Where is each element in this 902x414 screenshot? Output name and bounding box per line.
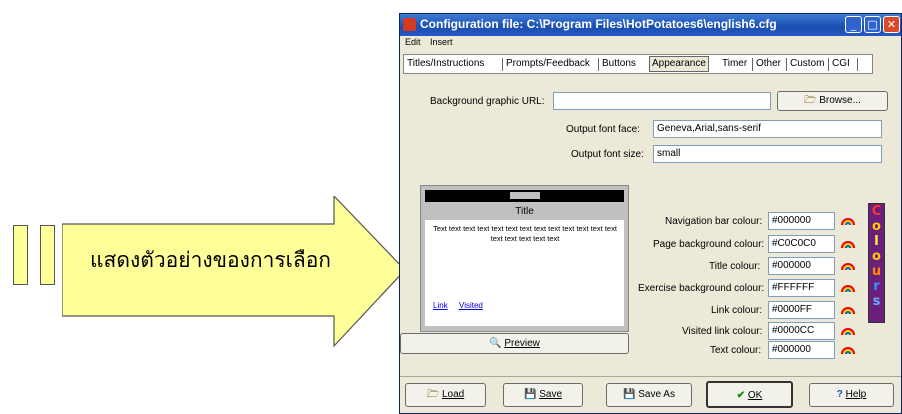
rainbow-picker-icon[interactable]	[841, 281, 855, 294]
window-title: Configuration file: C:\Program Files\Hot…	[420, 17, 777, 31]
title-bar: Configuration file: C:\Program Files\Hot…	[400, 14, 901, 36]
preview-title: Title	[425, 206, 624, 220]
colours-button[interactable]: C o l o u r s	[868, 203, 885, 323]
app-icon	[403, 18, 416, 31]
config-window: Configuration file: C:\Program Files\Hot…	[399, 13, 902, 414]
annotation-arrow	[62, 196, 406, 348]
title-colour-label: Title colour:	[709, 261, 761, 272]
background-url-label: Background graphic URL:	[430, 96, 545, 107]
help-icon: ?	[836, 389, 843, 400]
floppy-icon: 💾	[523, 389, 537, 400]
menu-edit[interactable]: Edit	[405, 37, 421, 47]
colours-letter: s	[872, 294, 881, 309]
rainbow-picker-icon[interactable]	[841, 237, 855, 250]
minimize-icon[interactable]: _	[845, 16, 862, 33]
save-as-button[interactable]: 💾 Save As	[606, 383, 692, 407]
exercise-bg-colour-input[interactable]: #FFFFFF	[768, 279, 835, 297]
tab-buttons[interactable]: Buttons	[602, 57, 636, 71]
font-size-input[interactable]: small	[653, 145, 882, 163]
browse-button[interactable]: 🗁 Browse...	[777, 91, 888, 111]
preview-button[interactable]: 🔍 Preview	[400, 333, 629, 354]
annotation-text: แสดงตัวอย่างของการเลือก	[90, 248, 332, 272]
preview-visited-link: Visited	[459, 301, 483, 310]
colours-letter: u	[871, 264, 882, 279]
tab-strip: Titles/Instructions Prompts/Feedback But…	[403, 54, 873, 74]
colours-letter: C	[871, 204, 882, 219]
tab-prompts-feedback[interactable]: Prompts/Feedback	[506, 57, 590, 71]
tab-custom[interactable]: Custom	[790, 57, 824, 71]
tab-cgi[interactable]: CGI	[832, 57, 850, 71]
preview-page: Title Text text text text text text text…	[425, 206, 624, 326]
preview-icon: 🔍	[489, 338, 502, 349]
link-colour-input[interactable]: #0000FF	[768, 301, 835, 319]
menu-insert[interactable]: Insert	[430, 37, 453, 47]
nav-bar-colour-label: Navigation bar colour:	[665, 216, 763, 227]
colours-letter: r	[873, 279, 880, 294]
visited-link-colour-input[interactable]: #0000CC	[768, 322, 835, 340]
tab-other[interactable]: Other	[756, 57, 781, 71]
folder-icon: 🗁	[804, 95, 817, 106]
footer-separator	[400, 376, 901, 377]
tab-appearance[interactable]: Appearance	[649, 56, 709, 72]
preview-link: Link	[433, 301, 448, 310]
font-face-label: Output font face:	[566, 124, 640, 135]
text-colour-label: Text colour:	[710, 345, 762, 356]
colours-letter: o	[872, 219, 881, 234]
rainbow-picker-icon[interactable]	[841, 324, 855, 337]
rainbow-picker-icon[interactable]	[841, 343, 855, 356]
preview-nav-button	[510, 192, 540, 199]
close-icon[interactable]: ✕	[883, 16, 900, 33]
page-bg-colour-label: Page background colour:	[653, 239, 765, 250]
title-colour-input[interactable]: #000000	[768, 257, 835, 275]
preview-panel: Title Text text text text text text text…	[420, 185, 629, 332]
annotation-bar-1	[13, 225, 28, 285]
preview-body-text: Text text text text text text text text …	[433, 224, 617, 243]
tab-timer[interactable]: Timer	[722, 57, 747, 71]
save-button[interactable]: 💾 Save	[503, 383, 583, 407]
checkmark-icon: ✔	[736, 390, 746, 401]
annotation-bar-2	[40, 225, 55, 285]
rainbow-picker-icon[interactable]	[841, 259, 855, 272]
tab-titles-instructions[interactable]: Titles/Instructions	[407, 57, 484, 71]
load-button[interactable]: 🗁 Load	[405, 383, 486, 407]
page-bg-colour-input[interactable]: #C0C0C0	[768, 235, 835, 253]
font-face-input[interactable]: Geneva,Arial,sans-serif	[653, 120, 882, 138]
maximize-icon[interactable]: □	[864, 16, 881, 33]
rainbow-picker-icon[interactable]	[841, 214, 855, 227]
ok-button[interactable]: ✔ OK	[706, 381, 793, 408]
colours-letter: l	[874, 234, 879, 249]
rainbow-picker-icon[interactable]	[841, 303, 855, 316]
link-colour-label: Link colour:	[711, 305, 763, 316]
font-size-label: Output font size:	[571, 149, 644, 160]
text-colour-input[interactable]: #000000	[768, 341, 835, 359]
background-url-input[interactable]	[553, 92, 771, 110]
help-button[interactable]: ? Help	[809, 383, 894, 407]
folder-icon: 🗁	[426, 389, 440, 400]
menu-bar: Edit Insert	[405, 37, 460, 51]
exercise-bg-colour-label: Exercise background colour:	[638, 283, 765, 294]
colours-letter: o	[872, 249, 881, 264]
floppy-icon: 💾	[623, 389, 636, 400]
preview-nav-bar	[425, 190, 624, 202]
visited-link-colour-label: Visited link colour:	[682, 326, 763, 337]
nav-bar-colour-input[interactable]: #000000	[768, 212, 835, 230]
